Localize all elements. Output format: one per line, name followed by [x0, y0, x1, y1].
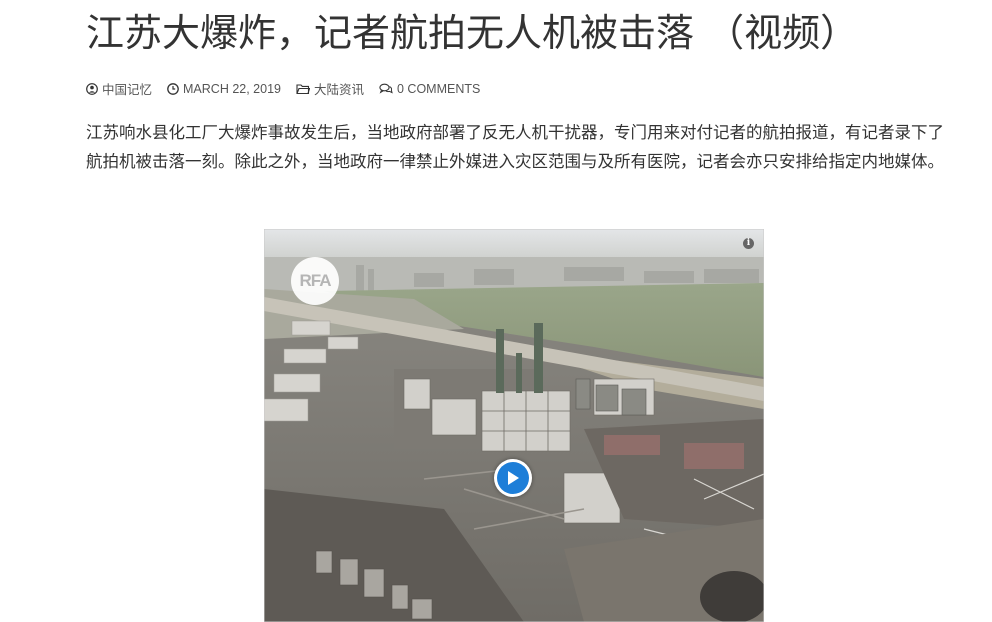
video-thumbnail	[264, 229, 764, 622]
category-link[interactable]: 大陆资讯	[296, 79, 364, 98]
article-meta: 中国记忆 MARCH 22, 2019 大陆资讯 0 COMMENTS	[86, 79, 495, 98]
info-icon[interactable]: i	[743, 238, 754, 249]
clock-icon	[167, 82, 179, 95]
play-button[interactable]	[494, 459, 532, 497]
post-date: MARCH 22, 2019	[183, 81, 281, 96]
folder-icon	[296, 83, 310, 94]
video-player[interactable]: RFA i	[264, 229, 764, 622]
date-link[interactable]: MARCH 22, 2019	[167, 82, 281, 96]
comments-link[interactable]: 0 COMMENTS	[379, 82, 480, 96]
user-icon	[86, 82, 98, 95]
author-link[interactable]: 中国记忆	[86, 79, 152, 98]
article-body: 江苏响水县化工厂大爆炸事故发生后，当地政府部署了反无人机干扰器，专门用来对付记者…	[86, 123, 944, 171]
comments-count: 0 COMMENTS	[397, 81, 481, 96]
play-icon	[508, 471, 519, 485]
author-name: 中国记忆	[102, 83, 153, 97]
article-title: 江苏大爆炸，记者航拍无人机被击落 （视频）	[86, 11, 859, 55]
rfa-logo: RFA	[291, 257, 339, 305]
comments-icon	[379, 83, 393, 94]
play-button-inner	[497, 462, 529, 494]
category-name: 大陆资讯	[313, 83, 364, 97]
